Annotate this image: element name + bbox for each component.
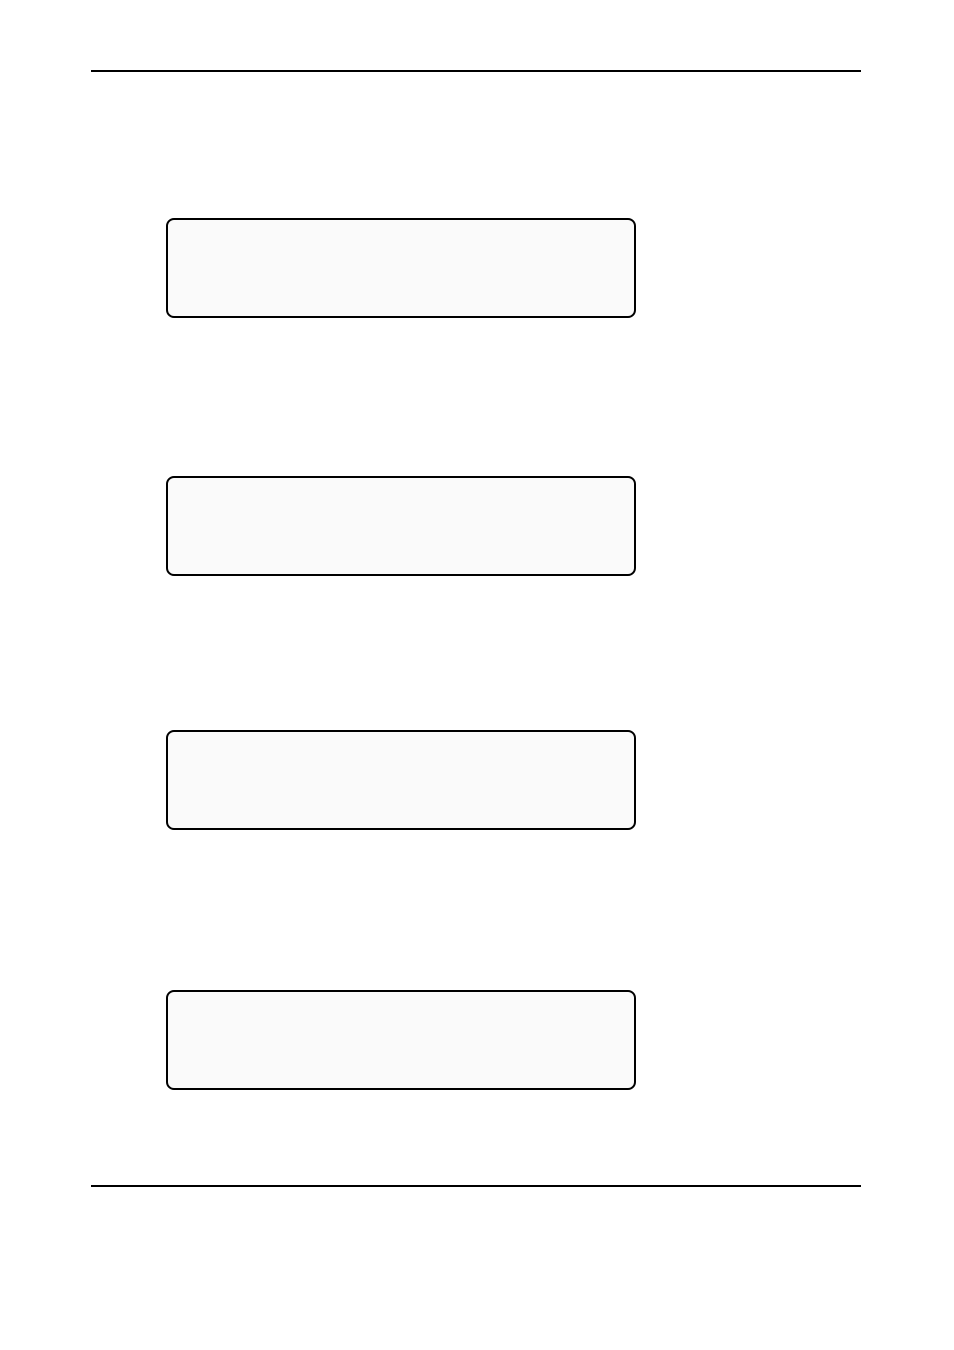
document-page <box>0 0 954 1350</box>
bottom-horizontal-rule <box>91 1185 861 1187</box>
top-horizontal-rule <box>91 70 861 72</box>
content-box-4 <box>166 990 636 1090</box>
content-box-3 <box>166 730 636 830</box>
content-box-2 <box>166 476 636 576</box>
content-box-1 <box>166 218 636 318</box>
